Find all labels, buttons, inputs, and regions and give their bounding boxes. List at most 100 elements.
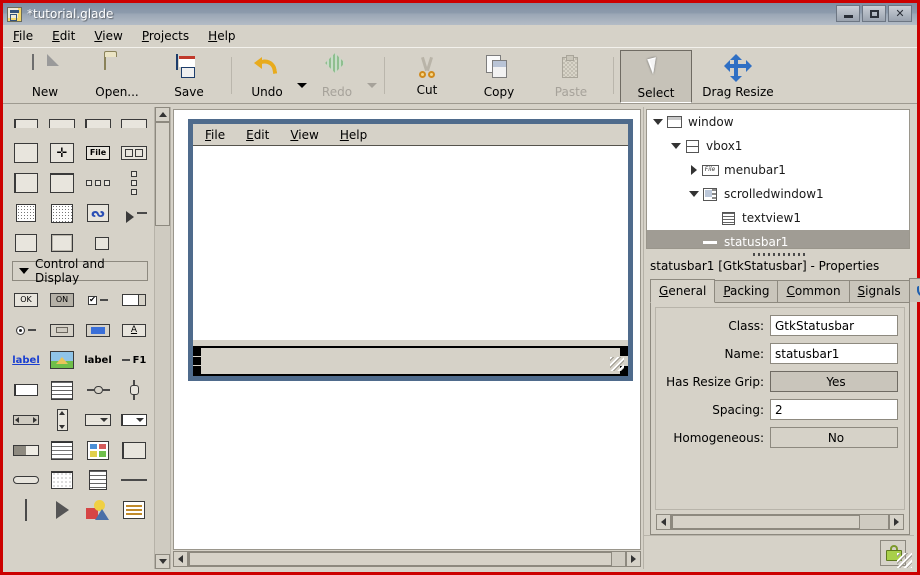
palette-item-eventbox[interactable]: ᔓ	[81, 199, 115, 227]
selection-handle-bottom-left[interactable]	[193, 366, 201, 374]
palette-scroll-track[interactable]	[155, 122, 170, 554]
palette-expander-control-and-display[interactable]: Control and Display	[12, 257, 148, 285]
design-menu-item-help[interactable]: Help	[340, 128, 367, 142]
tree-node-window[interactable]: window	[647, 110, 909, 134]
palette-item-accellabel[interactable]: F1	[117, 346, 151, 374]
palette-item-calendar[interactable]	[45, 466, 79, 494]
menu-item-projects[interactable]: Projects	[142, 29, 189, 43]
property-value-spacing[interactable]: 2	[770, 399, 898, 420]
menu-item-view[interactable]: View	[94, 29, 122, 43]
palette-item-statusbar[interactable]	[9, 466, 43, 494]
selection-handle-top-left[interactable]	[193, 348, 201, 356]
palette-item-fontbutton[interactable]	[81, 316, 115, 344]
palette-item-hseparator[interactable]	[117, 466, 151, 494]
statusbar-resize-grip-icon[interactable]	[610, 357, 624, 371]
window-resize-grip-icon[interactable]	[897, 553, 912, 568]
tree-node-scrolledwindow1[interactable]: scrolledwindow1	[647, 182, 909, 206]
palette-item-vbuttonbox[interactable]	[117, 169, 151, 197]
property-value-homogeneous[interactable]: No	[770, 427, 898, 448]
widget-tree[interactable]: window vbox1 File menubar1 scrolledwindo…	[646, 109, 910, 249]
tree-node-vbox1[interactable]: vbox1	[647, 134, 909, 158]
palette-item-iconview[interactable]	[81, 436, 115, 464]
toolbar-undo-dropdown[interactable]	[296, 65, 308, 88]
palette-scroll-down-button[interactable]	[155, 554, 170, 569]
palette-item-layout[interactable]	[81, 229, 115, 257]
palette-item-vpaned[interactable]	[45, 169, 79, 197]
palette-item-hbuttonbox[interactable]	[81, 169, 115, 197]
palette-item[interactable]	[81, 109, 115, 137]
palette-item-entry[interactable]	[9, 376, 43, 404]
palette-item-linkbutton[interactable]: label	[9, 346, 43, 374]
canvas-scroll-track[interactable]	[188, 551, 626, 567]
design-textview1[interactable]	[193, 146, 628, 340]
tab-accessibility[interactable]	[908, 278, 920, 302]
palette-item-toolbar[interactable]	[117, 139, 151, 167]
palette-item-progressbar[interactable]	[9, 436, 43, 464]
palette-item-textview[interactable]	[45, 376, 79, 404]
palette-item-listbox[interactable]	[117, 436, 151, 464]
toolbar-save-button[interactable]: Save	[153, 50, 225, 103]
palette-item[interactable]	[9, 109, 43, 137]
property-value-name[interactable]: statusbar1	[770, 343, 898, 364]
toolbar-paste-button[interactable]: Paste	[535, 50, 607, 103]
canvas-scroll-thumb[interactable]	[189, 552, 612, 566]
palette-item-comboboxentry[interactable]	[117, 406, 151, 434]
palette-item-togglebutton[interactable]: ON	[45, 286, 79, 314]
palette-item-handlebox[interactable]	[9, 229, 43, 257]
palette-item[interactable]	[45, 109, 79, 137]
palette-item-entry-a[interactable]: A	[117, 316, 151, 344]
palette-item-vscale[interactable]	[117, 376, 151, 404]
properties-scroll-thumb[interactable]	[672, 515, 860, 529]
property-value-class[interactable]: GtkStatusbar	[770, 315, 898, 336]
palette-item-checkbutton[interactable]: ✔	[81, 286, 115, 314]
palette-item-radiobutton[interactable]	[9, 316, 43, 344]
tab-packing[interactable]: Packing	[714, 280, 779, 302]
palette-item-notebook[interactable]	[45, 229, 79, 257]
palette-scrollbar[interactable]	[154, 107, 170, 569]
paned-divider-handle[interactable]	[644, 249, 914, 259]
toolbar-select-button[interactable]: Select	[620, 50, 692, 103]
toolbar-undo-button[interactable]: Undo	[238, 50, 296, 103]
tab-common[interactable]: Common	[777, 280, 850, 302]
close-button[interactable]: ✕	[888, 5, 912, 22]
toolbar-open-button[interactable]: Open...	[81, 50, 153, 103]
palette-item-alignment[interactable]	[9, 139, 43, 167]
palette-item-spinbutton[interactable]	[117, 286, 151, 314]
expander-open-icon[interactable]	[687, 191, 701, 197]
design-menu-item-file[interactable]: File	[205, 128, 225, 142]
tree-node-statusbar1[interactable]: statusbar1	[647, 230, 909, 248]
properties-horizontal-scrollbar[interactable]	[656, 514, 904, 530]
properties-scroll-track[interactable]	[671, 514, 889, 530]
palette-item-hscrollbar[interactable]	[9, 406, 43, 434]
expander-open-icon[interactable]	[651, 119, 665, 125]
menu-item-file[interactable]: FFileile	[13, 29, 33, 43]
toolbar-cut-button[interactable]: Cut	[391, 50, 463, 103]
palette-item-image[interactable]	[45, 346, 79, 374]
design-window-preview[interactable]: File Edit View Help	[188, 119, 633, 381]
palette-item-drawingarea[interactable]	[81, 496, 115, 524]
toolbar-drag-resize-button[interactable]: Drag Resize	[692, 50, 784, 103]
palette-scroll-up-button[interactable]	[155, 107, 170, 122]
palette-item[interactable]	[117, 109, 151, 137]
toolbar-new-button[interactable]: New	[9, 50, 81, 103]
palette-item-arrow[interactable]	[45, 496, 79, 524]
tree-node-textview1[interactable]: textview1	[647, 206, 909, 230]
palette-item-colorbutton[interactable]	[45, 316, 79, 344]
property-value-has-resize-grip[interactable]: Yes	[770, 371, 898, 392]
tree-node-menubar1[interactable]: File menubar1	[647, 158, 909, 182]
design-menu-item-edit[interactable]: Edit	[246, 128, 269, 142]
selection-handle-top-right[interactable]	[620, 348, 628, 356]
palette-item-fixed[interactable]: ✛	[45, 139, 79, 167]
properties-scroll-right-button[interactable]	[889, 514, 904, 530]
design-statusbar1-selected[interactable]	[193, 346, 628, 376]
menu-item-help[interactable]: Help	[208, 29, 235, 43]
tab-general[interactable]: General	[650, 279, 716, 303]
palette-item-label[interactable]: label	[81, 346, 115, 374]
canvas-scroll-right-button[interactable]	[626, 551, 641, 567]
palette-item-treeview[interactable]	[45, 436, 79, 464]
minimize-button[interactable]	[836, 5, 860, 22]
palette-scroll-thumb[interactable]	[155, 122, 170, 226]
tab-signals[interactable]: Signals	[848, 280, 910, 302]
palette-item-menubar[interactable]: File	[81, 139, 115, 167]
toolbar-redo-dropdown[interactable]	[366, 65, 378, 88]
